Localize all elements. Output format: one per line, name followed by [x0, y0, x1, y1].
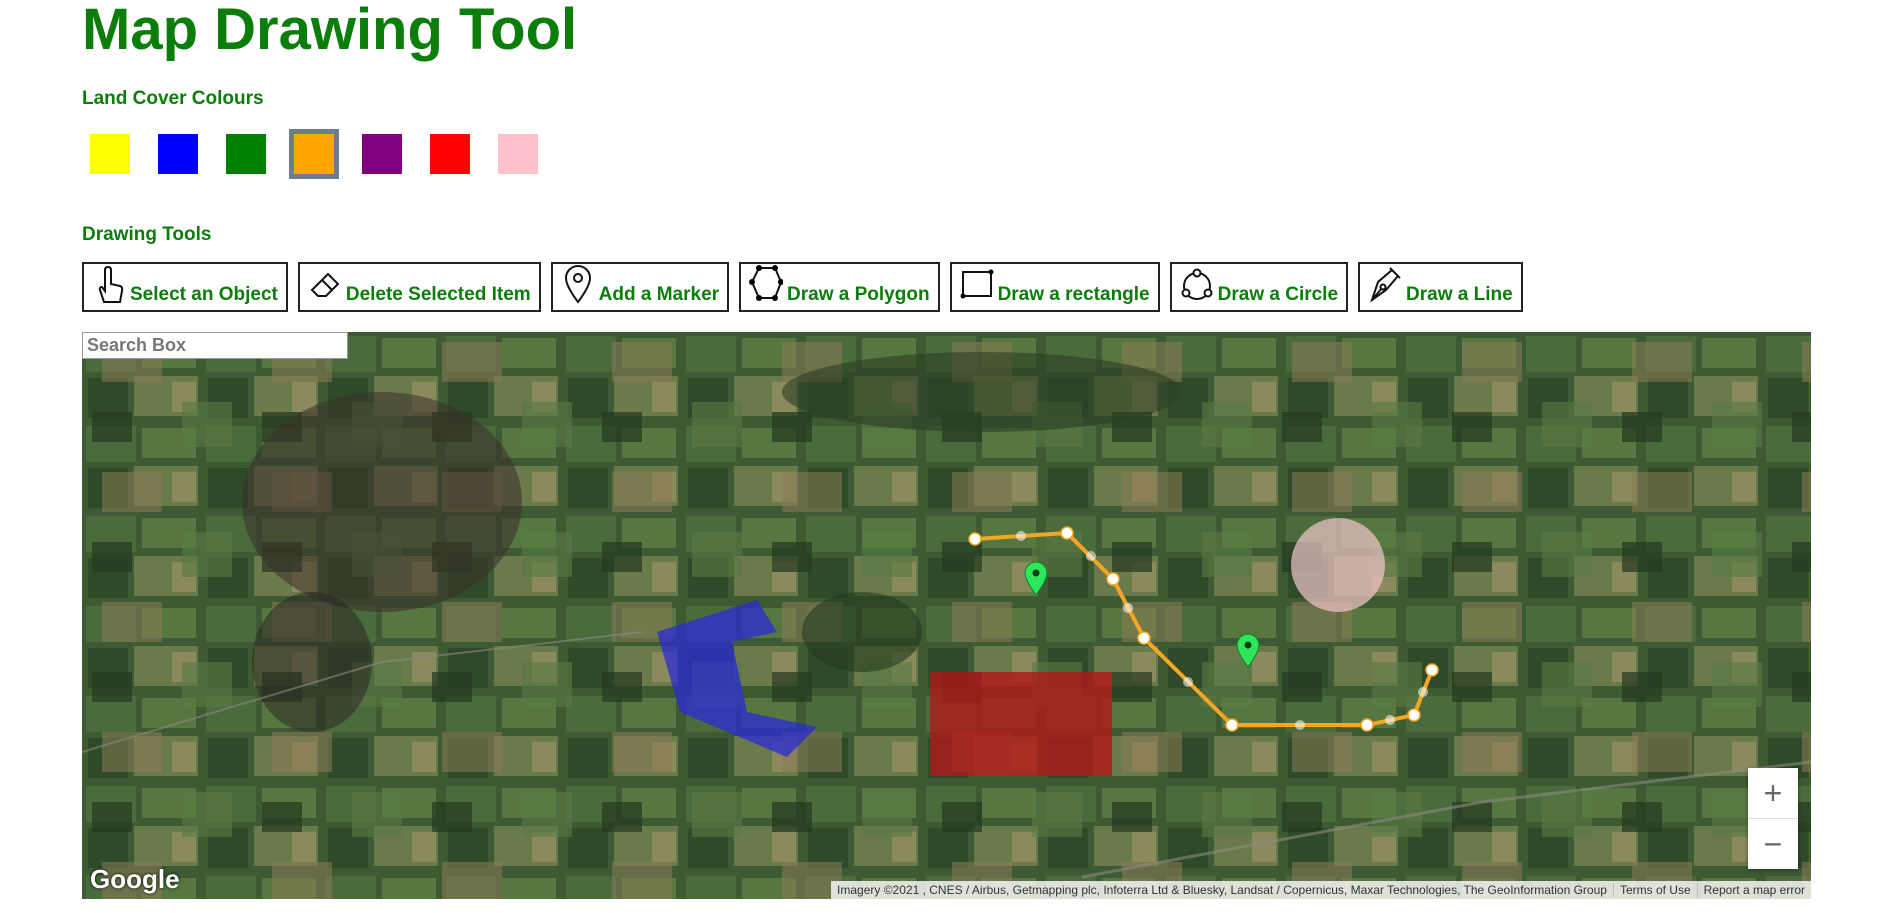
add-marker-label: Add a Marker: [598, 284, 720, 305]
draw-line-button[interactable]: Draw a Line: [1358, 262, 1523, 312]
select-object-label: Select an Object: [130, 284, 278, 305]
swatch-yellow[interactable]: [90, 134, 130, 174]
hand-pointer-icon: [98, 265, 124, 303]
drawn-circle[interactable]: [1291, 518, 1385, 612]
swatch-purple[interactable]: [362, 134, 402, 174]
delete-selected-button[interactable]: Delete Selected Item: [297, 262, 541, 312]
zoom-in-button[interactable]: +: [1748, 768, 1798, 818]
swatch-red[interactable]: [430, 134, 470, 174]
land-cover-heading: Land Cover Colours: [82, 88, 264, 109]
draw-circle-button[interactable]: Draw a Circle: [1169, 262, 1349, 312]
swatch-blue[interactable]: [158, 134, 198, 174]
search-input[interactable]: [82, 332, 348, 359]
page-title: Map Drawing Tool: [82, 0, 578, 62]
eraser-icon: [310, 272, 340, 297]
polygon-icon: [749, 265, 784, 301]
swatch-green[interactable]: [226, 134, 266, 174]
report-error-link[interactable]: Report a map error: [1696, 883, 1811, 897]
rectangle-icon: [960, 269, 994, 299]
draw-rectangle-button[interactable]: Draw a rectangle: [949, 262, 1160, 312]
zoom-out-button[interactable]: −: [1748, 818, 1798, 869]
satellite-imagery: [82, 332, 1811, 899]
map-canvas[interactable]: Google + − Imagery ©2021 , CNES / Airbus…: [82, 332, 1811, 899]
map-pin-icon: [564, 265, 591, 304]
colour-palette: [90, 129, 566, 179]
drawing-tools-heading: Drawing Tools: [82, 224, 212, 245]
imagery-credit: Imagery ©2021 , CNES / Airbus, Getmappin…: [837, 883, 1607, 897]
drawn-rectangle[interactable]: [930, 672, 1112, 776]
map-attribution: Imagery ©2021 , CNES / Airbus, Getmappin…: [831, 881, 1811, 899]
add-marker-button[interactable]: Add a Marker: [550, 262, 730, 312]
swatch-pink[interactable]: [498, 134, 538, 174]
draw-circle-label: Draw a Circle: [1217, 284, 1339, 305]
google-logo: Google: [90, 864, 180, 894]
draw-rectangle-label: Draw a rectangle: [997, 284, 1150, 305]
circle-icon: [1181, 268, 1213, 300]
pen-nib-icon: [1370, 267, 1401, 303]
zoom-controls: + −: [1748, 768, 1798, 869]
delete-selected-label: Delete Selected Item: [345, 284, 531, 305]
select-object-button[interactable]: Select an Object: [82, 262, 288, 312]
swatch-orange[interactable]: [289, 129, 339, 179]
draw-line-label: Draw a Line: [1406, 284, 1513, 305]
draw-polygon-label: Draw a Polygon: [787, 284, 930, 305]
terms-link[interactable]: Terms of Use: [1612, 883, 1697, 897]
draw-polygon-button[interactable]: Draw a Polygon: [739, 262, 940, 312]
toolbar: Select an Object Delete Selected Item Ad…: [82, 262, 1533, 312]
